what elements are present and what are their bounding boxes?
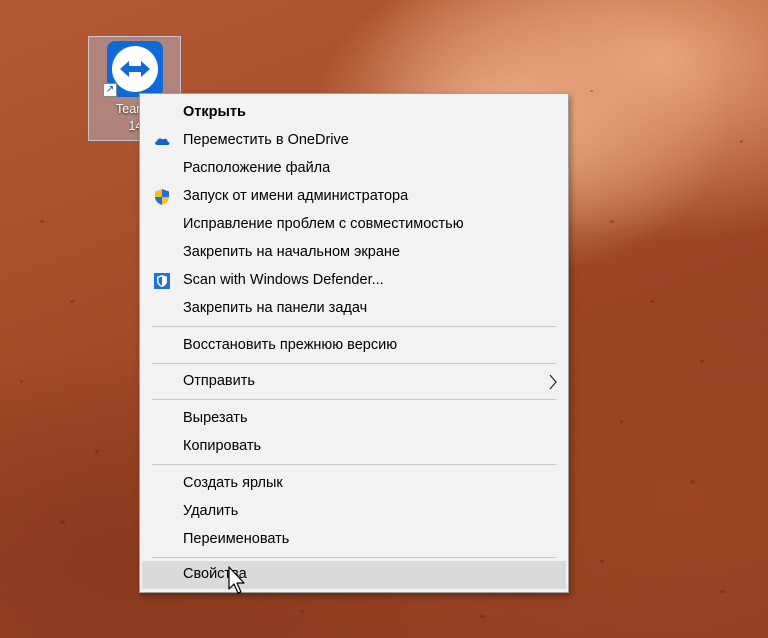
menu-item-file-location[interactable]: Расположение файла	[142, 155, 566, 183]
menu-item-pin-to-taskbar[interactable]: Закрепить на панели задач	[142, 295, 566, 323]
defender-shield-icon	[153, 272, 171, 290]
menu-item-scan-defender[interactable]: Scan with Windows Defender...	[142, 267, 566, 295]
menu-item-properties[interactable]: Свойства	[142, 561, 566, 589]
uac-shield-icon	[153, 188, 171, 206]
menu-item-label: Восстановить прежнюю версию	[183, 337, 398, 353]
menu-item-delete[interactable]: Удалить	[142, 498, 566, 526]
chevron-right-icon	[548, 374, 558, 394]
onedrive-cloud-icon	[153, 132, 171, 150]
menu-item-restore-previous-version[interactable]: Восстановить прежнюю версию	[142, 332, 566, 360]
menu-item-send-to[interactable]: Отправить	[142, 368, 566, 396]
menu-item-label: Исправление проблем с совместимостью	[183, 216, 464, 232]
menu-item-label: Запуск от имени администратора	[183, 188, 409, 204]
menu-item-cut[interactable]: Вырезать	[142, 405, 566, 433]
mouse-cursor-icon	[228, 566, 245, 594]
menu-item-label: Вырезать	[183, 410, 248, 426]
menu-item-label: Создать ярлык	[183, 475, 283, 491]
menu-item-label: Закрепить на начальном экране	[183, 244, 400, 260]
menu-item-label: Удалить	[183, 503, 239, 519]
menu-item-label: Закрепить на панели задач	[183, 300, 368, 316]
menu-item-label: Переименовать	[183, 531, 290, 547]
menu-separator	[152, 363, 556, 364]
context-menu: Открыть Переместить в OneDrive Расположе…	[139, 93, 569, 593]
menu-item-label: Переместить в OneDrive	[183, 132, 349, 148]
shortcut-arrow-icon: ↗	[103, 83, 117, 97]
menu-separator	[152, 464, 556, 465]
menu-item-run-as-admin[interactable]: Запуск от имени администратора	[142, 183, 566, 211]
menu-item-troubleshoot-compatibility[interactable]: Исправление проблем с совместимостью	[142, 211, 566, 239]
menu-item-label: Копировать	[183, 438, 262, 454]
menu-item-label: Расположение файла	[183, 160, 331, 176]
menu-separator	[152, 557, 556, 558]
menu-item-label: Scan with Windows Defender...	[183, 272, 384, 288]
menu-item-rename[interactable]: Переименовать	[142, 526, 566, 554]
menu-item-create-shortcut[interactable]: Создать ярлык	[142, 470, 566, 498]
menu-item-copy[interactable]: Копировать	[142, 433, 566, 461]
menu-item-label: Отправить	[183, 373, 255, 389]
menu-separator	[152, 326, 556, 327]
menu-item-move-to-onedrive[interactable]: Переместить в OneDrive	[142, 127, 566, 155]
menu-item-pin-to-start[interactable]: Закрепить на начальном экране	[142, 239, 566, 267]
menu-item-label: Открыть	[183, 104, 246, 120]
menu-item-open[interactable]: Открыть	[142, 99, 566, 127]
menu-separator	[152, 399, 556, 400]
